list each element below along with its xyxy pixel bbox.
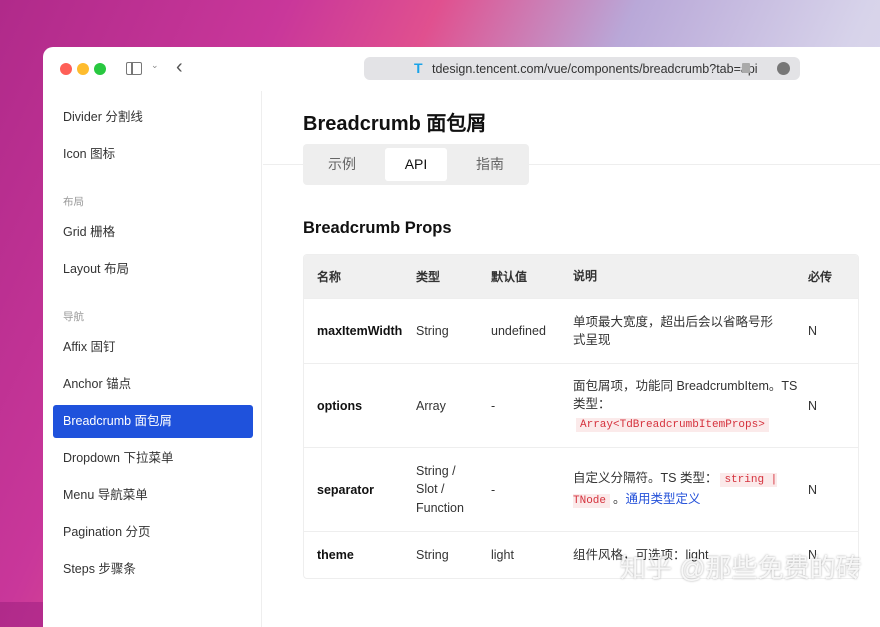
sidebar-item-anchor[interactable]: Anchor 锚点 [53, 368, 253, 401]
prop-default: - [491, 483, 573, 497]
sidebar-nav: Divider 分割线 Icon 图标 布局 Grid 栅格 Layout 布局… [43, 91, 262, 627]
prop-name: maxItemWidth [304, 324, 416, 338]
sidebar-toggle-icon[interactable] [126, 62, 142, 75]
chevron-down-icon[interactable]: ⌄ [151, 60, 159, 71]
sidebar-group-layout: 布局 [63, 194, 84, 209]
prop-default: light [491, 548, 573, 562]
tab-guide[interactable]: 指南 [459, 148, 521, 181]
header-default: 默认值 [491, 268, 573, 285]
watermark: 知乎 @那些免费的砖 [620, 548, 862, 585]
prop-desc: 单项最大宽度，超出后会以省略号形式呈现 [573, 313, 803, 350]
sidebar-item-grid[interactable]: Grid 栅格 [53, 216, 253, 249]
site-logo-icon: T [414, 60, 423, 76]
table-header: 名称 类型 默认值 说明 必传 [304, 255, 858, 299]
prop-required: N [803, 483, 817, 497]
main-content: Breadcrumb 面包屑 示例 API 指南 Breadcrumb Prop… [263, 91, 880, 627]
prop-name: options [304, 399, 416, 413]
sidebar-group-nav: 导航 [63, 309, 84, 324]
more-icon[interactable] [777, 62, 790, 75]
type-code: Array<TdBreadcrumbItemProps> [576, 418, 769, 432]
prop-name: separator [304, 483, 416, 497]
close-window-button[interactable] [60, 63, 72, 75]
page-title: Breadcrumb 面包屑 [303, 107, 486, 136]
tab-bar: 示例 API 指南 [303, 144, 529, 185]
sidebar-item-breadcrumb[interactable]: Breadcrumb 面包屑 [53, 405, 253, 438]
back-icon[interactable]: ‹ [176, 56, 183, 79]
prop-type: String [416, 548, 491, 562]
table-row: options Array - 面包屑项，功能同 BreadcrumbItem。… [304, 364, 858, 448]
lock-icon [742, 63, 750, 73]
prop-name: theme [304, 548, 416, 562]
table-row: maxItemWidth String undefined 单项最大宽度，超出后… [304, 299, 858, 364]
address-bar[interactable]: T tdesign.tencent.com/vue/components/bre… [364, 57, 800, 80]
desc-text: 面包屑项，功能同 BreadcrumbItem。TS 类型： [573, 379, 797, 412]
desc-text: 。 [613, 492, 626, 506]
title-bar: ⌄ ‹ T tdesign.tencent.com/vue/components… [43, 47, 880, 91]
sidebar-item-dropdown[interactable]: Dropdown 下拉菜单 [53, 442, 253, 475]
common-types-link[interactable]: 通用类型定义 [626, 492, 701, 506]
sidebar-item-divider[interactable]: Divider 分割线 [53, 101, 253, 134]
prop-default: undefined [491, 324, 573, 338]
browser-window: ⌄ ‹ T tdesign.tencent.com/vue/components… [43, 47, 880, 627]
prop-default: - [491, 399, 573, 413]
prop-type: Array [416, 399, 491, 413]
sidebar-item-affix[interactable]: Affix 固钉 [53, 331, 253, 364]
sidebar-item-icon[interactable]: Icon 图标 [53, 138, 253, 171]
sidebar-item-layout[interactable]: Layout 布局 [53, 253, 253, 286]
sidebar-item-pagination[interactable]: Pagination 分页 [53, 516, 253, 549]
tab-api[interactable]: API [385, 148, 447, 181]
minimize-window-button[interactable] [77, 63, 89, 75]
prop-required: N [803, 324, 817, 338]
header-required: 必传 [803, 268, 832, 285]
sidebar-item-menu[interactable]: Menu 导航菜单 [53, 479, 253, 512]
prop-type: String [416, 324, 491, 338]
header-desc: 说明 [573, 267, 803, 286]
zoom-window-button[interactable] [94, 63, 106, 75]
prop-desc: 面包屑项，功能同 BreadcrumbItem。TS 类型： Array<TdBr… [573, 377, 803, 435]
table-row: separator String / Slot / Function - 自定义… [304, 448, 858, 532]
section-title: Breadcrumb Props [303, 219, 452, 238]
desc-text: 自定义分隔符。TS 类型： [573, 471, 717, 485]
header-name: 名称 [304, 268, 416, 285]
prop-desc: 自定义分隔符。TS 类型：string | TNode。通用类型定义 [573, 469, 803, 510]
prop-type: String / Slot / Function [416, 462, 491, 518]
url-text: tdesign.tencent.com/vue/components/bread… [432, 62, 758, 76]
tab-examples[interactable]: 示例 [311, 148, 373, 181]
prop-required: N [803, 399, 817, 413]
header-type: 类型 [416, 268, 491, 285]
sidebar-item-steps[interactable]: Steps 步骤条 [53, 553, 253, 586]
props-table: 名称 类型 默认值 说明 必传 maxItemWidth String unde… [303, 254, 859, 579]
